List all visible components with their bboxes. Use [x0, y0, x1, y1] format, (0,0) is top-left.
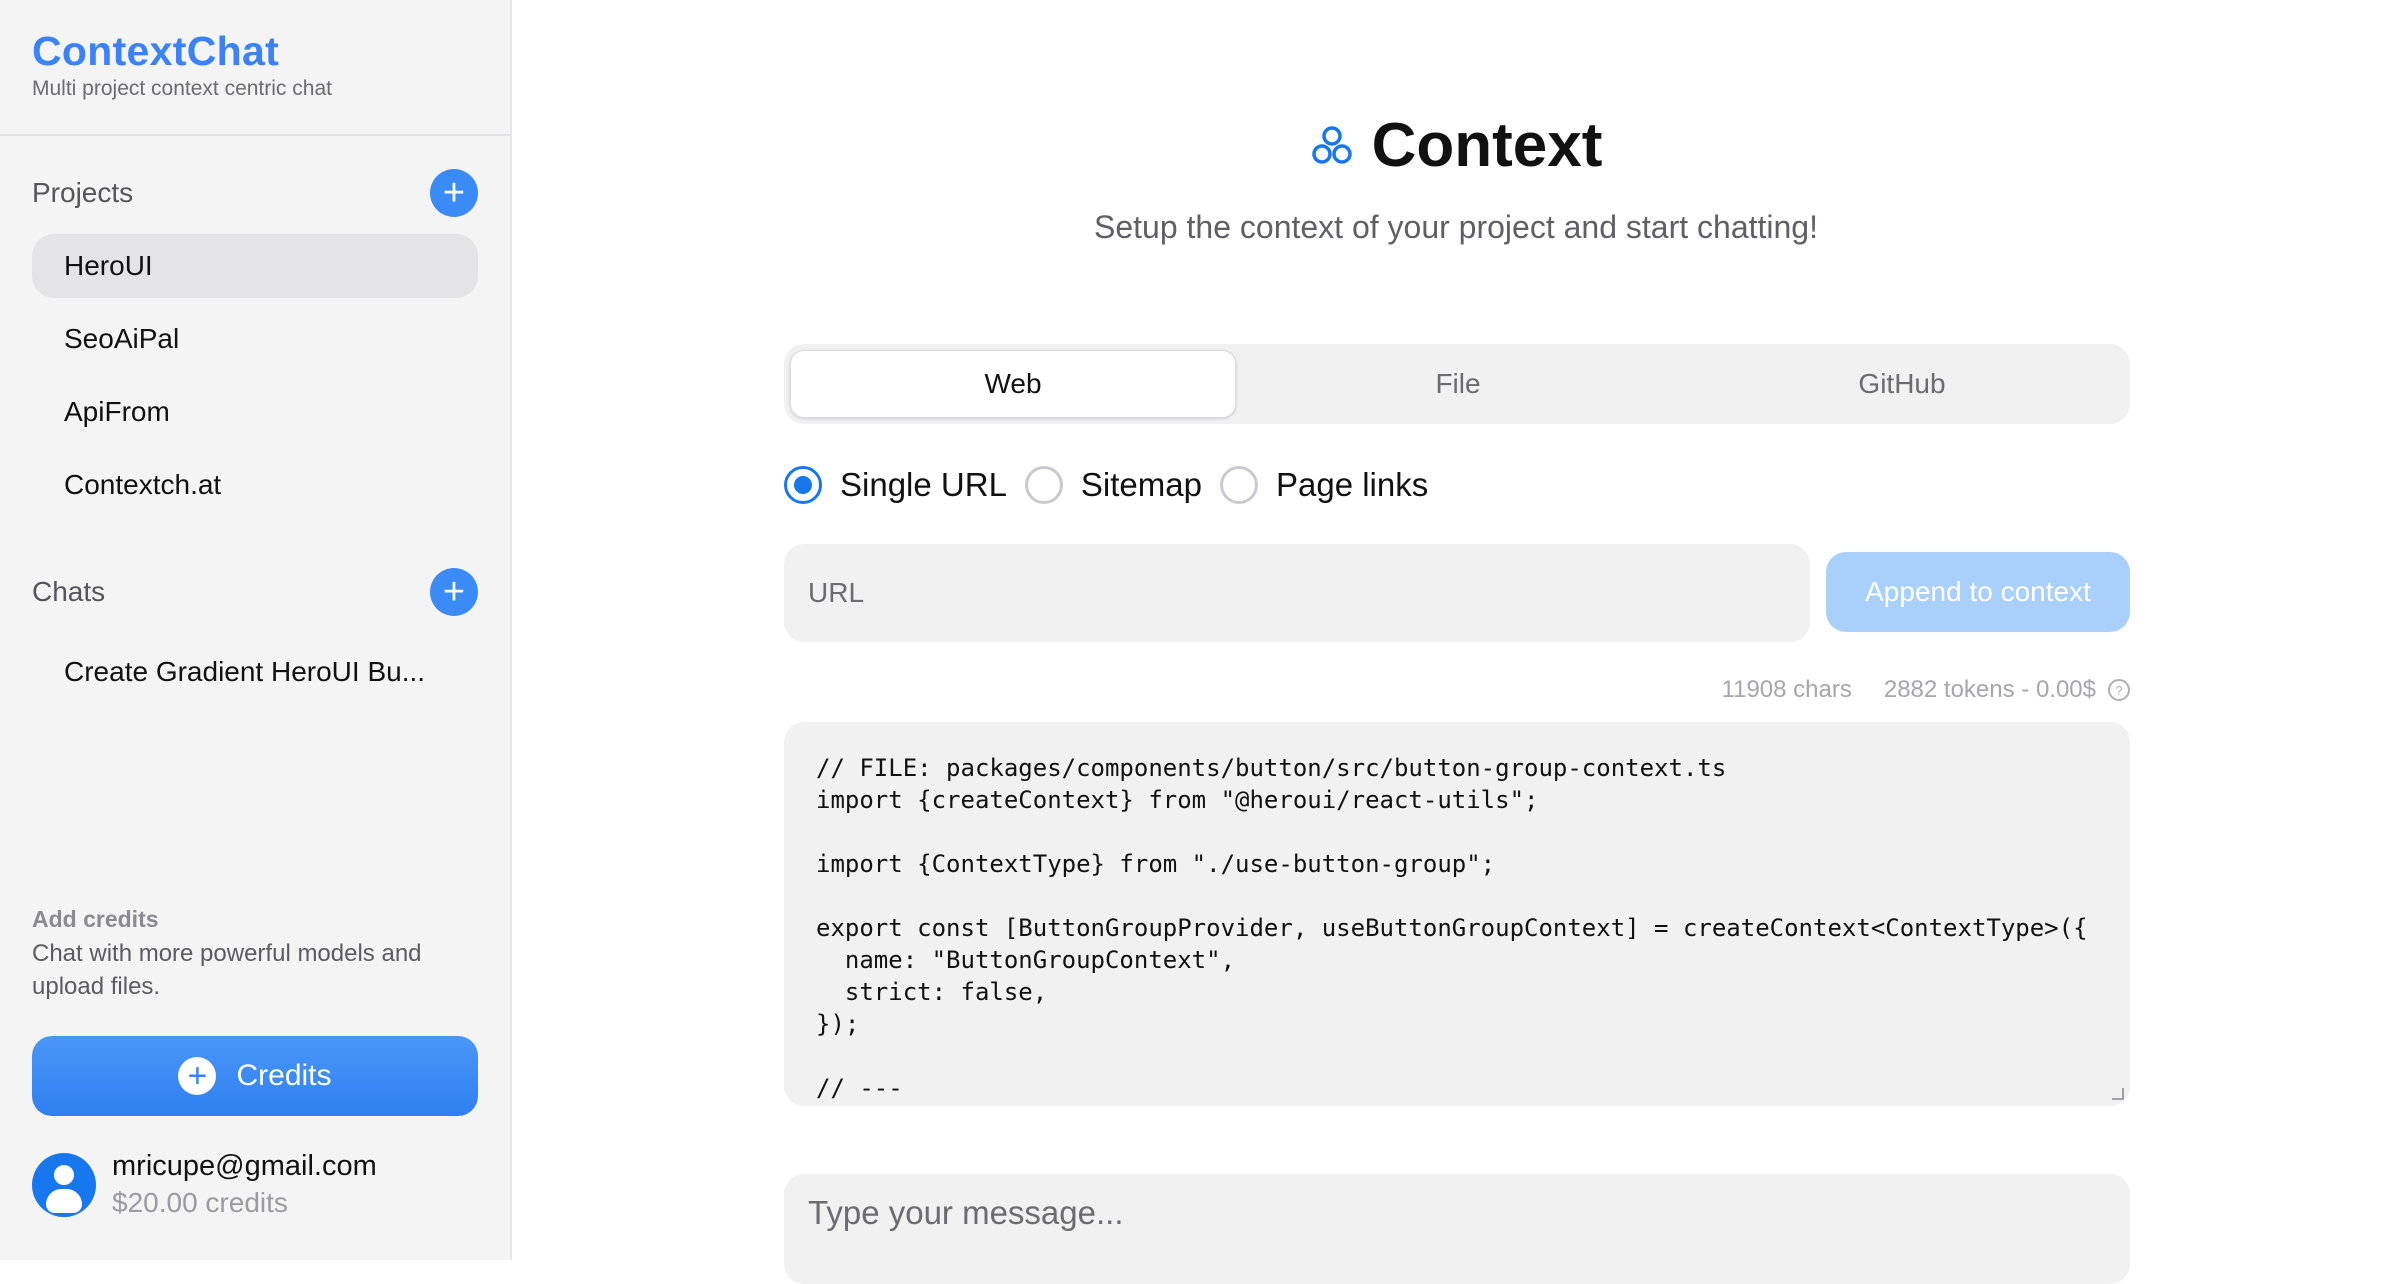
- radio-label[interactable]: Sitemap: [1081, 466, 1202, 504]
- page-title: Context: [1371, 111, 1603, 180]
- project-item-apifrom[interactable]: ApiFrom: [32, 380, 478, 444]
- project-item-contextchat[interactable]: Contextch.at: [32, 453, 478, 517]
- url-input[interactable]: [784, 544, 1810, 642]
- code-line: export const [ButtonGroupProvider, useBu…: [816, 914, 2088, 942]
- tab-github[interactable]: GitHub: [1680, 350, 2124, 418]
- info-icon[interactable]: ?: [2108, 679, 2130, 701]
- trefoil-icon: [1311, 125, 1352, 164]
- radio-page-links[interactable]: Page links: [1219, 466, 1428, 504]
- tab-file[interactable]: File: [1236, 350, 1680, 418]
- radio-label[interactable]: Single URL: [840, 466, 1007, 504]
- radio-label[interactable]: Page links: [1276, 466, 1428, 504]
- radio-button[interactable]: [1219, 466, 1258, 504]
- credits-button-label: Credits: [236, 1059, 332, 1092]
- user-email: mricupe@gmail.com: [112, 1150, 377, 1182]
- user-credits: $20.00 credits: [112, 1187, 288, 1218]
- add-chat-button[interactable]: +: [430, 568, 478, 616]
- page-subtitle: Setup the context of your project and st…: [1094, 209, 1818, 245]
- projects-header: Projects +: [32, 168, 478, 218]
- brand-title[interactable]: ContextChat: [32, 28, 332, 75]
- add-credits-text: Chat with more powerful models and uploa…: [32, 940, 422, 1000]
- user-avatar-icon: [32, 1152, 96, 1217]
- brand-subtitle: Multi project context centric chat: [32, 77, 332, 100]
- radio-sitemap[interactable]: Sitemap: [1024, 466, 1202, 504]
- projects-label: Projects: [32, 177, 134, 208]
- context-textarea[interactable]: // FILE: packages/components/button/src/…: [784, 722, 2130, 1106]
- code-line: // ---: [816, 1074, 903, 1102]
- tab-web[interactable]: Web: [790, 350, 1236, 418]
- code-line: import {createContext} from "@heroui/rea…: [816, 786, 1539, 814]
- source-tabs: Web File GitHub: [784, 344, 2130, 424]
- plus-icon: +: [442, 571, 466, 613]
- char-count: 11908 chars: [1721, 676, 1852, 703]
- radio-button[interactable]: [784, 466, 822, 504]
- sidebar-divider: [0, 134, 510, 136]
- plus-circle-icon: +: [178, 1057, 217, 1095]
- context-stats: 11908 chars 2882 tokens - 0.00$ ?: [784, 676, 2130, 704]
- chat-item[interactable]: Create Gradient HeroUI Bu...: [32, 640, 478, 704]
- message-placeholder: Type your message...: [808, 1194, 1124, 1231]
- plus-icon: +: [442, 172, 466, 214]
- url-mode-radios: Single URL Sitemap Page links: [784, 466, 1446, 504]
- chats-header: Chats +: [32, 567, 478, 617]
- context-header: Context Setup the context of your projec…: [512, 110, 2400, 246]
- sidebar: ContextChat Multi project context centri…: [0, 0, 512, 1260]
- chats-label: Chats: [32, 576, 106, 607]
- radio-single-url[interactable]: Single URL: [784, 466, 1007, 504]
- resize-handle[interactable]: [2112, 1088, 2124, 1100]
- append-to-context-button[interactable]: Append to context: [1826, 552, 2130, 632]
- add-project-button[interactable]: +: [430, 169, 478, 217]
- code-line: strict: false,: [816, 978, 1048, 1006]
- credits-button[interactable]: + Credits: [32, 1036, 478, 1116]
- user-profile[interactable]: mricupe@gmail.com $20.00 credits: [32, 1150, 377, 1219]
- code-line: import {ContextType} from "./use-button-…: [816, 850, 1496, 878]
- add-credits-title: Add credits: [32, 906, 159, 932]
- code-line: });: [816, 1010, 860, 1038]
- project-item-seoaipal[interactable]: SeoAiPal: [32, 307, 478, 371]
- brand: ContextChat Multi project context centri…: [32, 28, 332, 101]
- add-credits-note: Add credits Chat with more powerful mode…: [32, 906, 482, 1003]
- project-item-heroui[interactable]: HeroUI: [32, 234, 478, 298]
- message-input[interactable]: Type your message...: [784, 1174, 2130, 1284]
- code-line: // FILE: packages/components/button/src/…: [816, 754, 1727, 782]
- code-line: name: "ButtonGroupContext",: [816, 946, 1236, 974]
- token-count: 2882 tokens - 0.00$: [1883, 676, 2096, 703]
- radio-button[interactable]: [1024, 466, 1063, 504]
